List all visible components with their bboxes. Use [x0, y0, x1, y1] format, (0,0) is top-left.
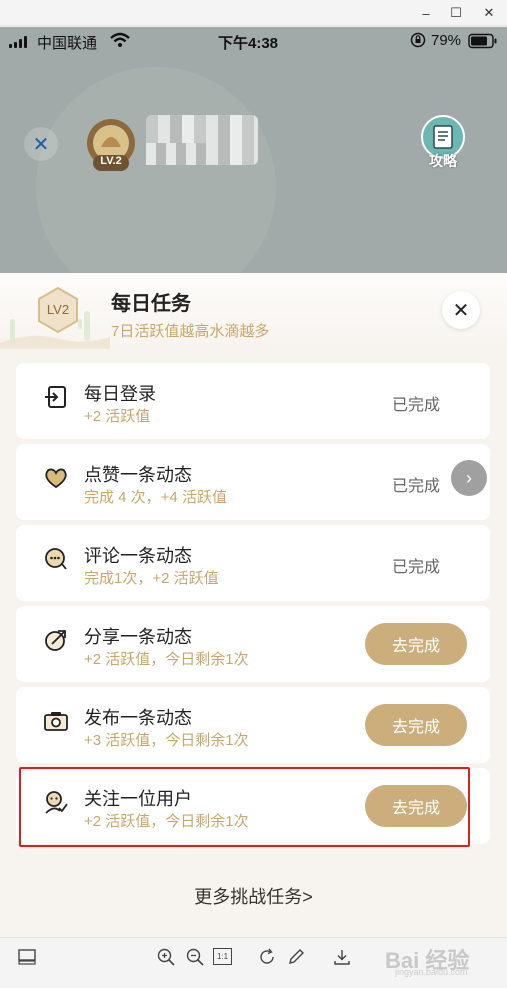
- camera-icon: [43, 708, 69, 734]
- task-status-completed: 已完成: [392, 559, 441, 576]
- avatar-level-label: LV.2: [100, 155, 122, 167]
- sheet-header: LV2 每日任务 7日活跃值越高水滴越多 ✕: [0, 273, 507, 349]
- status-time: 下午4:38: [218, 35, 279, 52]
- highlight-box: [19, 767, 470, 847]
- task-card-like: 点赞一条动态 完成 4 次，+4 活跃值 已完成: [16, 444, 490, 520]
- watermark-url: jingyan.baidu.com: [395, 967, 468, 977]
- sheet-close-button[interactable]: ✕: [442, 291, 480, 329]
- edit-pencil-icon[interactable]: [285, 946, 307, 968]
- download-icon[interactable]: [331, 946, 353, 968]
- comment-icon: [43, 546, 69, 572]
- task-card-login: 每日登录 +2 活跃值 已完成: [16, 363, 490, 439]
- task-title: 发布一条动态: [84, 708, 192, 728]
- actual-size-icon[interactable]: 1:1: [213, 948, 232, 965]
- guide-label: 攻略: [429, 153, 457, 169]
- task-card-comment: 评论一条动态 完成1次，+2 活跃值 已完成: [16, 525, 490, 601]
- task-card-post: 发布一条动态 +3 活跃值，今日剩余1次 去完成: [16, 687, 490, 763]
- task-reward: +2 活跃值: [84, 408, 151, 425]
- carrier-name: 中国联通: [37, 35, 98, 52]
- close-icon[interactable]: ✕: [474, 0, 504, 26]
- orientation-lock-icon: [410, 32, 426, 52]
- task-reward: +2 活跃值，今日剩余1次: [84, 651, 249, 668]
- share-icon: [43, 627, 69, 653]
- battery-icon: [468, 33, 498, 53]
- status-bar: 中国联通 下午4:38 79%: [0, 27, 507, 55]
- signal-icon: [9, 36, 29, 48]
- rotate-icon[interactable]: [256, 946, 278, 968]
- guide-button[interactable]: 攻略: [414, 115, 472, 175]
- like-heart-icon: [43, 465, 69, 491]
- task-title: 分享一条动态: [84, 627, 192, 647]
- blurred-username: [146, 143, 206, 165]
- task-reward: 完成1次，+2 活跃值: [84, 570, 219, 587]
- wifi-icon: [110, 32, 130, 52]
- decorative-halo: [36, 67, 276, 307]
- zoom-out-icon[interactable]: [184, 946, 206, 968]
- go-complete-button[interactable]: 去完成: [365, 623, 467, 665]
- go-complete-button[interactable]: 去完成: [365, 704, 467, 746]
- login-icon: [43, 384, 69, 410]
- level-badge-label: LV2: [46, 302, 70, 317]
- task-title: 点赞一条动态: [84, 465, 192, 485]
- maximize-icon[interactable]: ☐: [441, 0, 471, 26]
- more-challenge-tasks-link[interactable]: 更多挑战任务>: [0, 883, 507, 909]
- task-status-completed: 已完成: [392, 478, 441, 495]
- task-title: 每日登录: [84, 384, 156, 404]
- task-title: 评论一条动态: [84, 546, 192, 566]
- task-reward: 完成 4 次，+4 活跃值: [84, 489, 227, 506]
- sheet-subtitle: 7日活跃值越高水滴越多: [111, 323, 270, 340]
- zoom-in-icon[interactable]: [155, 946, 177, 968]
- baidu-watermark: Bai 经验 jingyan.baidu.com: [385, 943, 497, 983]
- task-reward: +3 活跃值，今日剩余1次: [84, 732, 249, 749]
- level-badge-avatar: LV.2: [84, 117, 138, 175]
- minimize-icon[interactable]: –: [411, 0, 441, 26]
- level-badge-icon: LV2: [36, 286, 80, 334]
- viewer-toolbar: 1:1 Bai 经验 jingyan.baidu.com: [0, 937, 507, 988]
- thumbnail-icon[interactable]: [16, 946, 38, 968]
- battery-percent: 79%: [431, 32, 462, 49]
- window-title-bar: – ☐ ✕: [0, 0, 507, 26]
- sheet-title: 每日任务: [111, 293, 191, 315]
- profile-close-icon[interactable]: ✕: [24, 127, 58, 161]
- profile-background: 中国联通 下午4:38 79% ✕ LV.2 攻略: [0, 27, 507, 307]
- task-card-share: 分享一条动态 +2 活跃值，今日剩余1次 去完成: [16, 606, 490, 682]
- chevron-right-icon[interactable]: ›: [451, 460, 487, 496]
- task-status-completed: 已完成: [392, 397, 441, 414]
